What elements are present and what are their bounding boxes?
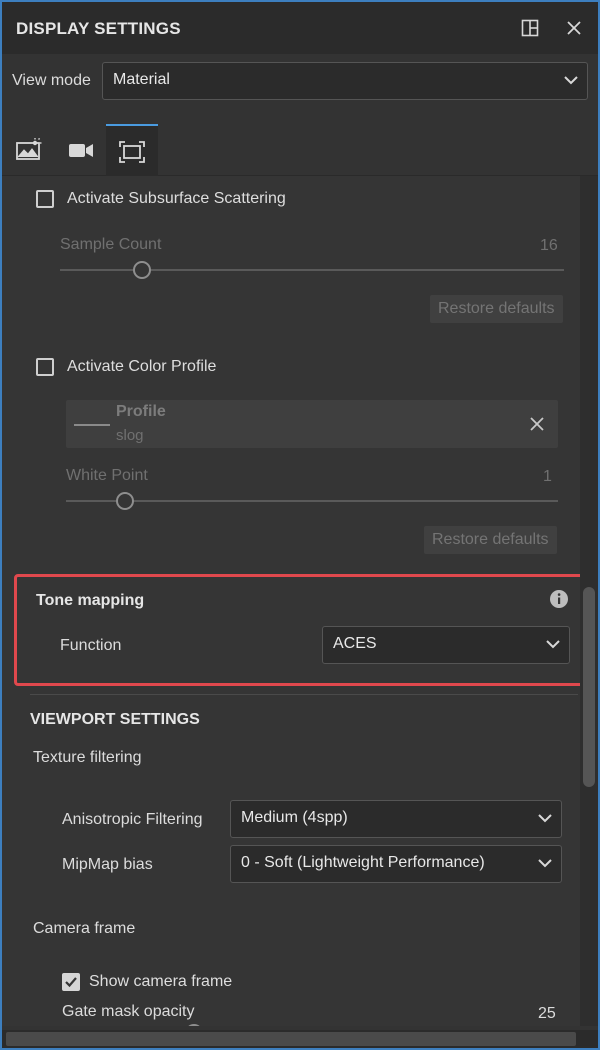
subsurface-checkbox-row[interactable]: Activate Subsurface Scattering: [36, 190, 336, 210]
profile-name: slog: [116, 427, 144, 444]
section-divider: [30, 694, 578, 695]
camera-icon: [69, 144, 93, 157]
subsurface-checkbox[interactable]: [36, 190, 54, 208]
view-mode-select[interactable]: Material: [102, 62, 588, 100]
viewport-settings-title: VIEWPORT SETTINGS: [30, 711, 200, 728]
aniso-value: Medium (4spp): [241, 809, 348, 826]
function-select[interactable]: ACES: [322, 626, 570, 664]
texture-filtering-label: Texture filtering: [33, 749, 142, 766]
chevron-down-icon: [563, 72, 579, 88]
gate-mask-thumb[interactable]: [185, 1024, 203, 1026]
restore-defaults-button[interactable]: Restore defaults: [430, 295, 563, 323]
aniso-select[interactable]: Medium (4spp): [230, 800, 562, 838]
camera-frame-label: Camera frame: [33, 920, 136, 937]
tone-mapping-title: Tone mapping: [36, 592, 145, 609]
panel-title: DISPLAY SETTINGS: [16, 19, 181, 38]
mipmap-select[interactable]: 0 - Soft (Lightweight Performance): [230, 845, 562, 883]
show-camera-frame-row[interactable]: Show camera frame: [62, 973, 322, 993]
sample-count-label: Sample Count: [60, 236, 162, 253]
function-value: ACES: [333, 635, 377, 652]
subsurface-label: Activate Subsurface Scattering: [67, 190, 286, 207]
profile-line-icon: [74, 424, 110, 426]
settings-content: Activate Subsurface Scattering Sample Co…: [2, 176, 580, 1026]
chevron-down-icon: [545, 636, 561, 652]
close-icon[interactable]: [562, 16, 586, 40]
white-point-thumb[interactable]: [116, 492, 134, 510]
info-icon[interactable]: [549, 589, 569, 609]
mipmap-value: 0 - Soft (Lightweight Performance): [241, 854, 485, 871]
environment-icon: [16, 138, 42, 160]
restore-defaults-button-2[interactable]: Restore defaults: [424, 526, 557, 554]
mipmap-label: MipMap bias: [62, 856, 153, 873]
profile-card[interactable]: Profile slog: [66, 400, 558, 448]
chevron-down-icon: [537, 810, 553, 826]
horizontal-scrollbar[interactable]: [6, 1032, 576, 1046]
sample-count-value: 16: [540, 237, 558, 254]
view-mode-value: Material: [113, 71, 170, 88]
aniso-label: Anisotropic Filtering: [62, 811, 203, 828]
chevron-down-icon: [537, 855, 553, 871]
tab-camera[interactable]: [56, 124, 106, 176]
function-label: Function: [60, 637, 122, 654]
settings-tabs: [2, 124, 598, 176]
tab-viewport[interactable]: [106, 124, 158, 176]
show-camera-frame-checkbox[interactable]: [62, 973, 80, 991]
sample-count-thumb[interactable]: [133, 261, 151, 279]
dock-icon[interactable]: [518, 16, 542, 40]
color-profile-checkbox[interactable]: [36, 358, 54, 376]
clear-icon[interactable]: [528, 415, 546, 433]
scrollbar-thumb[interactable]: [583, 587, 595, 787]
show-camera-frame-label: Show camera frame: [89, 973, 233, 990]
gate-mask-value: 25: [538, 1005, 556, 1022]
white-point-value: 1: [543, 468, 552, 485]
color-profile-checkbox-row[interactable]: Activate Color Profile: [36, 358, 336, 378]
tab-environment[interactable]: [4, 124, 54, 176]
white-point-slider[interactable]: [66, 500, 558, 502]
profile-title: Profile: [116, 403, 166, 420]
view-mode-label: View mode: [12, 72, 91, 89]
viewport-frame-icon: [119, 141, 145, 163]
color-profile-label: Activate Color Profile: [67, 358, 217, 375]
white-point-label: White Point: [66, 467, 148, 484]
gate-mask-label: Gate mask opacity: [62, 1003, 195, 1020]
display-settings-panel: DISPLAY SETTINGS View mode Material Acti…: [0, 0, 600, 1050]
title-bar: DISPLAY SETTINGS: [2, 2, 598, 54]
